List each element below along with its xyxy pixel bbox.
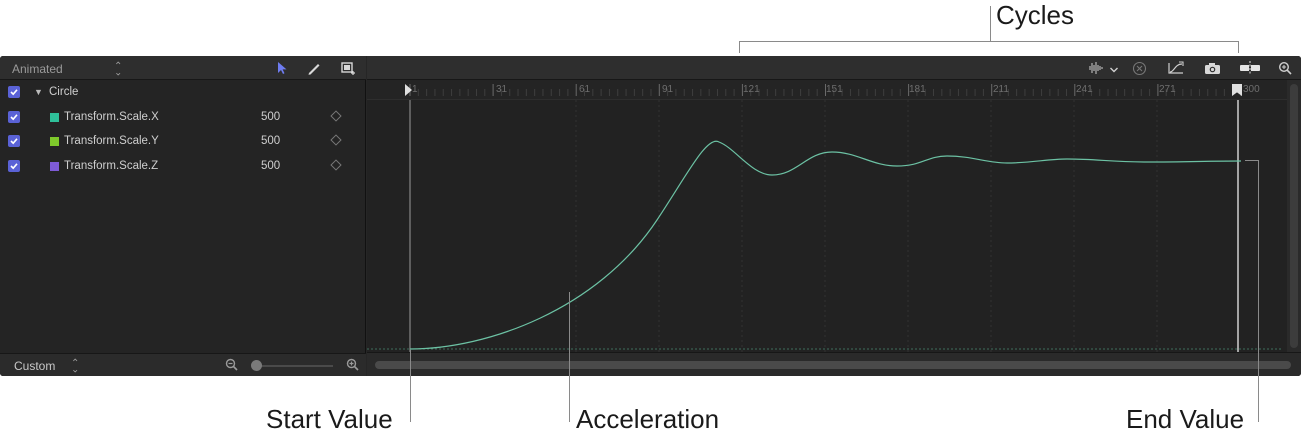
zoom-in-icon[interactable] — [346, 358, 359, 376]
arrow-pointer-icon[interactable] — [274, 60, 290, 76]
parameter-name: Transform.Scale.Z — [64, 160, 159, 172]
parameter-row[interactable]: Transform.Scale.Y 500 — [0, 129, 366, 153]
parameter-color-swatch — [50, 162, 59, 171]
parameter-list-panel: Animated ⌃ ⌃ ▼ Circle Transform.Scale.X … — [0, 56, 366, 376]
end-value-callout-label: End Value — [1126, 404, 1245, 434]
parameter-color-swatch — [50, 113, 59, 122]
parameter-name: Transform.Scale.Y — [64, 135, 159, 147]
start-value-callout-label: Start Value — [266, 404, 393, 434]
ruler-label: 1 — [412, 84, 418, 95]
ruler-label: 211 — [993, 84, 1009, 95]
play-range-in-marker[interactable] — [405, 84, 412, 96]
acceleration-callout-label: Acceleration — [576, 404, 720, 434]
timeline-ruler[interactable]: 1 31 61 91 121 151 181 211 241 271 300 — [367, 80, 1287, 100]
show-filter-dropdown[interactable]: Animated — [12, 62, 63, 76]
graph-toolbar — [367, 56, 1301, 80]
cycles-bracket-left-tick — [739, 41, 740, 53]
parameter-list-header: Animated ⌃ ⌃ — [0, 56, 366, 80]
horizontal-scrollbar-thumb[interactable] — [375, 361, 1291, 369]
cycles-callout-leader — [990, 6, 991, 42]
parameter-value[interactable]: 500 — [261, 160, 280, 172]
zoom-out-icon[interactable] — [225, 358, 238, 376]
keyframe-diamond-icon[interactable] — [330, 110, 342, 122]
cycles-bracket-right-tick — [1238, 41, 1239, 53]
end-value-callout-leader — [1258, 160, 1259, 422]
transform-box-icon[interactable] — [340, 60, 356, 76]
snap-icon[interactable] — [1239, 60, 1261, 76]
chevron-down-icon[interactable] — [1109, 62, 1119, 78]
vertical-scrollbar[interactable] — [1287, 80, 1301, 352]
ruler-label: 61 — [579, 84, 591, 95]
cycles-callout-bracket — [739, 41, 1239, 42]
ruler-label: 31 — [496, 84, 508, 95]
keyframe-editor: Animated ⌃ ⌃ ▼ Circle Transform.Scale.X … — [0, 56, 1301, 376]
object-row-circle[interactable]: ▼ Circle — [0, 80, 366, 104]
parameter-name: Transform.Scale.X — [64, 111, 159, 123]
start-value-callout-leader — [410, 350, 411, 422]
zoom-in-icon[interactable] — [1277, 60, 1293, 76]
acceleration-callout-leader — [569, 292, 570, 422]
cycles-callout-label: Cycles — [996, 0, 1075, 30]
curve-graph-area[interactable] — [367, 100, 1287, 352]
parameter-checkbox[interactable] — [8, 111, 20, 123]
ruler-label: 300 — [1243, 84, 1260, 95]
parameter-list-footer: Custom ⌃ ⌃ — [0, 353, 366, 376]
zoom-slider-track[interactable] — [257, 365, 333, 367]
horizontal-scrollbar[interactable] — [367, 352, 1301, 376]
waveform-icon[interactable] — [1087, 60, 1105, 76]
camera-icon[interactable] — [1203, 60, 1221, 76]
pen-icon[interactable] — [306, 60, 322, 76]
object-name: Circle — [49, 86, 79, 98]
parameter-value[interactable]: 500 — [261, 135, 280, 147]
disclosure-triangle-icon[interactable]: ▼ — [34, 87, 43, 97]
keyframe-diamond-icon[interactable] — [330, 159, 342, 171]
ruler-label: 121 — [743, 84, 760, 95]
zoom-preset-dropdown[interactable]: Custom — [14, 359, 55, 373]
ruler-label: 181 — [909, 84, 926, 95]
parameter-color-swatch — [50, 137, 59, 146]
object-checkbox[interactable] — [8, 86, 20, 98]
parameter-row[interactable]: Transform.Scale.X 500 — [0, 105, 366, 129]
parameter-value[interactable]: 500 — [261, 111, 280, 123]
ruler-label: 241 — [1076, 84, 1093, 95]
fit-curve-icon[interactable] — [1165, 60, 1187, 76]
keyframe-diamond-icon[interactable] — [330, 134, 342, 146]
curve-graph-panel: 1 31 61 91 121 151 181 211 241 271 300 — [367, 56, 1301, 376]
vertical-scrollbar-thumb[interactable] — [1290, 84, 1298, 348]
ruler-label: 151 — [826, 84, 843, 95]
end-value-callout-bracket-top — [1245, 160, 1259, 161]
ruler-label: 91 — [662, 84, 674, 95]
zoom-slider-knob[interactable] — [251, 360, 262, 371]
parameter-checkbox[interactable] — [8, 160, 20, 172]
chevron-updown-icon-lower: ⌃ — [114, 65, 123, 76]
ruler-label: 271 — [1159, 84, 1176, 95]
parameter-checkbox[interactable] — [8, 135, 20, 147]
clear-x-icon[interactable] — [1131, 60, 1147, 76]
chevron-updown-icon-lower: ⌃ — [71, 362, 80, 373]
parameter-row[interactable]: Transform.Scale.Z 500 — [0, 154, 366, 178]
